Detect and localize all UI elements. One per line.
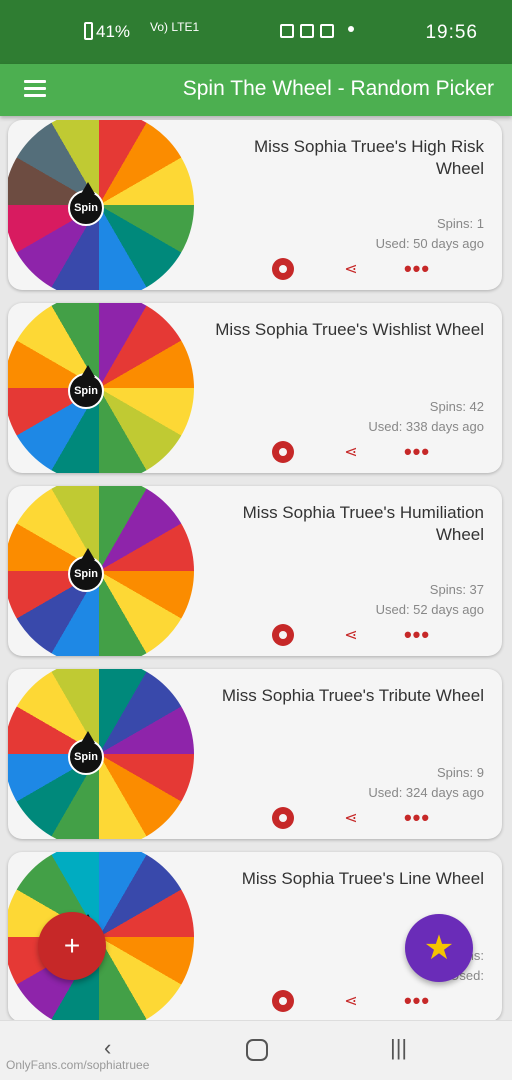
add-wheel-button[interactable]: + bbox=[38, 912, 106, 980]
favorites-star-button[interactable]: ★ bbox=[405, 914, 473, 982]
app-title: Spin The Wheel - Random Picker bbox=[182, 77, 494, 100]
share-icon[interactable]: ⋖ bbox=[338, 622, 364, 648]
clock: 19:56 bbox=[425, 22, 478, 43]
wheel-preview[interactable]: Spin bbox=[8, 852, 204, 1020]
last-used: Used: 324 days ago bbox=[368, 785, 484, 800]
share-icon[interactable]: ⋖ bbox=[338, 805, 364, 831]
last-used: Used: 50 days ago bbox=[375, 236, 484, 251]
more-options-icon[interactable]: ••• bbox=[404, 805, 430, 831]
more-options-icon[interactable]: ••• bbox=[404, 622, 430, 648]
card-actions: ⋖ ••• bbox=[270, 256, 440, 282]
last-used: Used: 52 days ago bbox=[375, 602, 484, 617]
wheel-title: Miss Sophia Truee's Humiliation Wheel bbox=[242, 503, 484, 544]
wheel-preview[interactable]: Spin bbox=[8, 486, 204, 656]
spin-button[interactable]: Spin bbox=[68, 182, 104, 226]
share-icon[interactable]: ⋖ bbox=[338, 256, 364, 282]
wheel-preview[interactable]: Spin bbox=[8, 669, 204, 839]
wheel-card[interactable]: Spin Miss Sophia Truee's High Risk Wheel… bbox=[8, 120, 502, 290]
flipboard-notification-icon bbox=[320, 24, 334, 38]
hamburger-menu-icon[interactable] bbox=[24, 80, 46, 98]
battery-icon bbox=[84, 22, 93, 40]
last-used: Used: 338 days ago bbox=[368, 419, 484, 434]
wheel-title: Miss Sophia Truee's Wishlist Wheel bbox=[215, 320, 484, 339]
spin-button[interactable]: Spin bbox=[68, 548, 104, 592]
more-options-icon[interactable]: ••• bbox=[404, 988, 430, 1014]
card-actions: ⋖ ••• bbox=[270, 805, 440, 831]
spin-count: Spins: 1 bbox=[437, 216, 484, 231]
spin-button[interactable]: Spin bbox=[68, 365, 104, 409]
wheel-title: Miss Sophia Truee's Line Wheel bbox=[241, 869, 484, 888]
wheel-preview[interactable]: Spin bbox=[8, 120, 204, 290]
settings-gear-icon[interactable] bbox=[270, 439, 296, 465]
settings-gear-icon[interactable] bbox=[270, 256, 296, 282]
spin-count: Spins: 37 bbox=[429, 582, 484, 597]
signal-indicator: Vo) LTE1 bbox=[150, 20, 200, 34]
more-options-icon[interactable]: ••• bbox=[404, 439, 430, 465]
wheel-title: Miss Sophia Truee's High Risk Wheel bbox=[254, 137, 484, 178]
battery-level: 41% bbox=[96, 22, 131, 41]
settings-gear-icon[interactable] bbox=[270, 988, 296, 1014]
recent-apps-icon[interactable]: ||| bbox=[390, 1035, 407, 1061]
wheel-title: Miss Sophia Truee's Tribute Wheel bbox=[221, 686, 484, 705]
card-actions: ⋖ ••• bbox=[270, 988, 440, 1014]
screen-notification-icon bbox=[300, 24, 314, 38]
spin-count: Spins: 9 bbox=[437, 765, 484, 780]
watermark: OnlyFans.com/sophiatruee bbox=[6, 1058, 150, 1072]
wheel-preview[interactable]: Spin bbox=[8, 303, 204, 473]
more-notifications-dot bbox=[348, 26, 354, 32]
card-actions: ⋖ ••• bbox=[270, 439, 440, 465]
card-actions: ⋖ ••• bbox=[270, 622, 440, 648]
image-notification-icon bbox=[280, 24, 294, 38]
wheel-card[interactable]: Spin Miss Sophia Truee's Tribute Wheel S… bbox=[8, 669, 502, 839]
wheel-card[interactable]: Spin Miss Sophia Truee's Wishlist Wheel … bbox=[8, 303, 502, 473]
status-bar: 41% Vo) LTE1 19:56 bbox=[0, 0, 512, 64]
home-icon[interactable] bbox=[246, 1039, 268, 1061]
app-bar: Spin The Wheel - Random Picker bbox=[0, 64, 512, 116]
wheel-card[interactable]: Spin Miss Sophia Truee's Humiliation Whe… bbox=[8, 486, 502, 656]
more-options-icon[interactable]: ••• bbox=[404, 256, 430, 282]
notification-icons bbox=[280, 24, 334, 38]
spin-count: Spins: 42 bbox=[429, 399, 484, 414]
share-icon[interactable]: ⋖ bbox=[338, 988, 364, 1014]
wheel-list[interactable]: Spin Miss Sophia Truee's High Risk Wheel… bbox=[0, 116, 512, 1020]
settings-gear-icon[interactable] bbox=[270, 805, 296, 831]
settings-gear-icon[interactable] bbox=[270, 622, 296, 648]
share-icon[interactable]: ⋖ bbox=[338, 439, 364, 465]
spin-button[interactable]: Spin bbox=[68, 731, 104, 775]
